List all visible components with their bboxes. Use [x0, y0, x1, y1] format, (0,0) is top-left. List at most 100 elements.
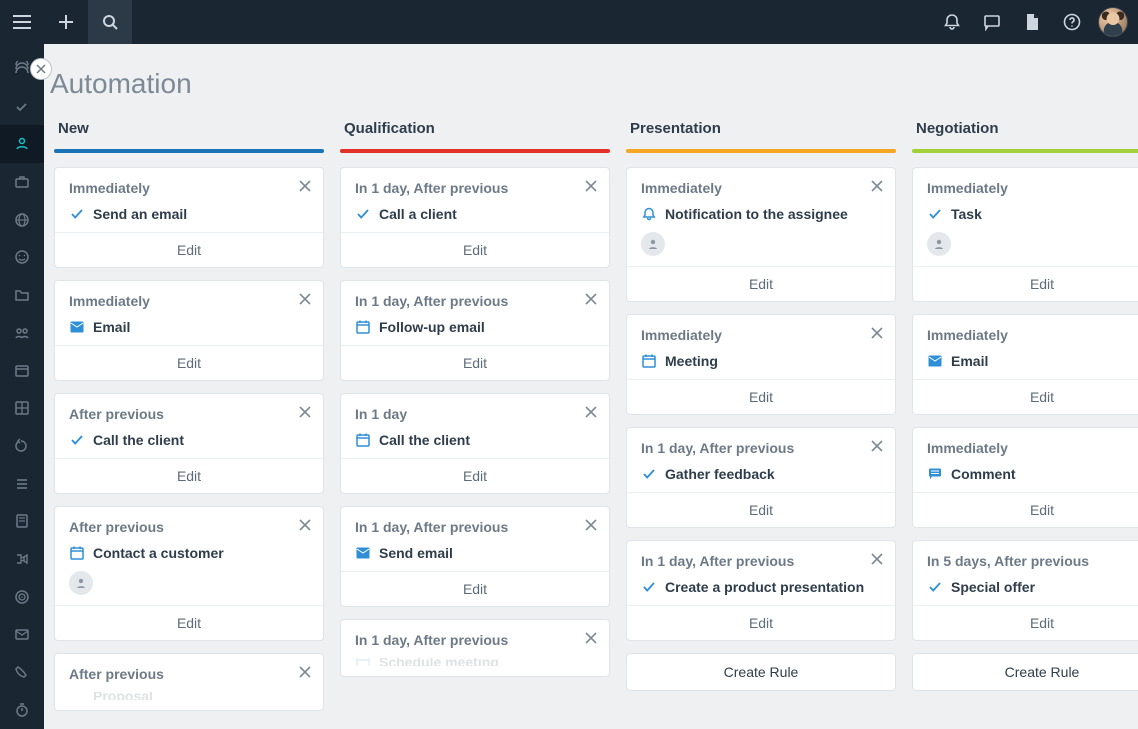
- assignee-avatar[interactable]: [69, 571, 93, 595]
- edit-button[interactable]: Edit: [341, 571, 609, 606]
- mail-icon: [69, 319, 85, 335]
- edit-button[interactable]: Edit: [341, 458, 609, 493]
- create-rule-button[interactable]: Create Rule: [626, 653, 896, 691]
- card-action: Call the client: [355, 432, 595, 448]
- card-body: In 1 day, After previous Call a client: [341, 168, 609, 232]
- card-action-label: Call a client: [379, 206, 457, 222]
- card-action-label: Comment: [951, 466, 1016, 482]
- edit-button[interactable]: Edit: [55, 605, 323, 640]
- card-action: Proposal: [69, 692, 309, 700]
- edit-button[interactable]: Edit: [55, 232, 323, 267]
- timer-icon[interactable]: [0, 691, 44, 729]
- close-icon[interactable]: [867, 549, 887, 569]
- hamburger-menu-icon[interactable]: [0, 0, 44, 44]
- briefcase-icon[interactable]: [0, 163, 44, 201]
- close-icon[interactable]: [581, 289, 601, 309]
- contacts-icon[interactable]: [0, 125, 44, 163]
- card-action: Meeting: [641, 353, 881, 369]
- globe-icon[interactable]: [0, 201, 44, 239]
- automation-card: ImmediatelyNotification to the assigneeE…: [626, 167, 896, 302]
- smiley-icon[interactable]: [0, 239, 44, 277]
- close-icon[interactable]: [581, 515, 601, 535]
- close-icon[interactable]: [295, 289, 315, 309]
- card-action: Send email: [355, 545, 595, 561]
- edit-button[interactable]: Edit: [913, 266, 1138, 301]
- edit-button[interactable]: Edit: [627, 266, 895, 301]
- card-action-label: Task: [951, 206, 982, 222]
- check-icon[interactable]: [0, 88, 44, 126]
- people-icon[interactable]: [0, 314, 44, 352]
- card-trigger: In 1 day, After previous: [355, 180, 595, 196]
- close-icon[interactable]: [295, 515, 315, 535]
- edit-button[interactable]: Edit: [55, 345, 323, 380]
- edit-button[interactable]: Edit: [627, 379, 895, 414]
- close-icon[interactable]: [581, 628, 601, 648]
- card-action: Email: [69, 319, 309, 335]
- assignee-avatar[interactable]: [927, 232, 951, 256]
- flow-icon[interactable]: [0, 540, 44, 578]
- automation-card: In 1 day, After previousFollow-up emailE…: [340, 280, 610, 381]
- card-action-label: Send an email: [93, 206, 187, 222]
- card-body: In 1 day, After previousSchedule meeting: [341, 620, 609, 676]
- column-header: Presentation: [626, 118, 896, 149]
- layout-icon[interactable]: [0, 389, 44, 427]
- assignee-avatar[interactable]: [641, 232, 665, 256]
- card-action: Schedule meeting: [355, 658, 595, 666]
- column-color-bar: [340, 149, 610, 153]
- automation-card: Immediately Email Edit: [54, 280, 324, 381]
- main-content: Automation NewImmediatelySend an emailEd…: [44, 44, 1138, 729]
- chat-icon[interactable]: [972, 0, 1012, 44]
- card-action-label: Call the client: [93, 432, 184, 448]
- card-trigger: Immediately: [927, 440, 1138, 456]
- edit-button[interactable]: Edit: [913, 379, 1138, 414]
- create-rule-button[interactable]: Create Rule: [912, 653, 1138, 691]
- edit-button[interactable]: Edit: [341, 232, 609, 267]
- close-icon[interactable]: [295, 662, 315, 682]
- card-trigger: After previous: [69, 666, 309, 682]
- close-icon[interactable]: [295, 402, 315, 422]
- edit-button[interactable]: Edit: [55, 458, 323, 493]
- user-avatar[interactable]: [1098, 7, 1128, 37]
- automation-card: ImmediatelyEmailEdit: [912, 314, 1138, 415]
- bell-icon[interactable]: [932, 0, 972, 44]
- edit-button[interactable]: Edit: [913, 605, 1138, 640]
- bell-icon: [641, 206, 657, 222]
- doc-icon[interactable]: [0, 503, 44, 541]
- card-action: Gather feedback: [641, 466, 881, 482]
- close-icon[interactable]: [867, 323, 887, 343]
- window-icon[interactable]: [0, 352, 44, 390]
- help-icon[interactable]: [1052, 0, 1092, 44]
- card-trigger: Immediately: [69, 293, 309, 309]
- close-icon[interactable]: [581, 402, 601, 422]
- card-action-label: Schedule meeting: [379, 658, 499, 666]
- calendar-icon: [355, 658, 371, 666]
- card-list: ImmediatelyTaskEditImmediatelyEmailEditI…: [912, 167, 1138, 691]
- edit-button[interactable]: Edit: [341, 345, 609, 380]
- check-icon: [641, 579, 657, 595]
- close-icon[interactable]: [295, 176, 315, 196]
- card-body: After previousContact a customer: [55, 507, 323, 605]
- card-trigger: Immediately: [641, 180, 881, 196]
- phone-icon[interactable]: [0, 654, 44, 692]
- card-action-label: Proposal: [93, 692, 153, 700]
- check-icon: [69, 432, 85, 448]
- edit-button[interactable]: Edit: [913, 492, 1138, 527]
- search-icon[interactable]: [88, 0, 132, 44]
- close-icon[interactable]: [867, 436, 887, 456]
- close-icon[interactable]: [867, 176, 887, 196]
- folder-icon[interactable]: [0, 276, 44, 314]
- loop-icon[interactable]: [0, 427, 44, 465]
- list-icon[interactable]: [0, 465, 44, 503]
- edit-button[interactable]: Edit: [627, 492, 895, 527]
- close-icon[interactable]: [581, 176, 601, 196]
- page-title: Automation: [44, 44, 1138, 118]
- topbar-right: [932, 0, 1138, 44]
- target-icon[interactable]: [0, 578, 44, 616]
- close-panel-button[interactable]: [30, 58, 52, 80]
- mail-icon[interactable]: [0, 616, 44, 654]
- card-body: ImmediatelyNotification to the assignee: [627, 168, 895, 266]
- plus-icon[interactable]: [44, 0, 88, 44]
- card-action: Email: [927, 353, 1138, 369]
- document-icon[interactable]: [1012, 0, 1052, 44]
- edit-button[interactable]: Edit: [627, 605, 895, 640]
